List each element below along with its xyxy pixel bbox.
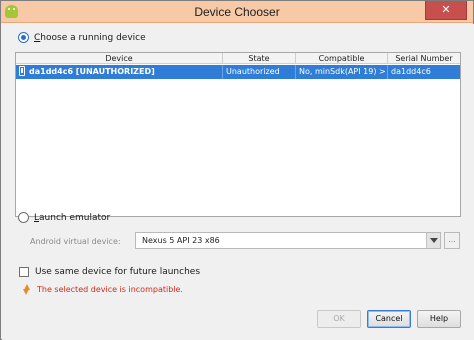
ok-button[interactable]: OK [317, 310, 361, 328]
error-text: The selected device is incompatible. [37, 285, 183, 294]
column-serial[interactable]: Serial Number [388, 53, 460, 63]
launch-emulator-option[interactable]: Launch emulator [18, 212, 110, 223]
column-state[interactable]: State [223, 53, 296, 63]
column-compatible[interactable]: Compatible [296, 53, 388, 63]
error-message: The selected device is incompatible. [22, 284, 183, 295]
avd-selected-value: Nexus 5 API 23 x86 [142, 236, 220, 245]
help-button[interactable]: Help [417, 310, 461, 328]
device-table[interactable]: Device State Compatible Serial Number da… [15, 52, 461, 217]
launch-emulator-label: Launch emulator [34, 212, 111, 223]
window-title: Device Chooser [194, 5, 280, 19]
column-device[interactable]: Device [16, 53, 223, 63]
running-device-option[interactable]: Choose a running device [18, 32, 146, 43]
cancel-button[interactable]: Cancel [367, 310, 411, 328]
future-launches-option[interactable]: Use same device for future launches [19, 267, 200, 277]
cell-device: da1dd4c6 [UNAUTHORIZED] [16, 65, 223, 79]
warning-icon [22, 284, 31, 295]
running-device-label: Choose a running device [34, 32, 146, 43]
chevron-down-icon[interactable] [426, 233, 440, 248]
phone-icon [19, 66, 25, 76]
dialog-content: Choose a running device Device State Com… [2, 24, 474, 340]
cell-serial: da1dd4c6 [391, 67, 431, 76]
cell-state: Unauthorized [223, 65, 296, 79]
table-header: Device State Compatible Serial Number [16, 53, 460, 64]
avd-label: Android virtual device: [30, 237, 121, 246]
future-launches-checkbox[interactable] [19, 267, 29, 277]
close-button[interactable]: ✕ [425, 1, 467, 20]
title-bar: Device Chooser ✕ [1, 1, 473, 23]
launch-emulator-radio[interactable] [18, 212, 29, 223]
cell-compatible: No, minSdk(API 19) > d [296, 65, 388, 79]
avd-browse-button[interactable]: ... [444, 232, 460, 249]
table-row[interactable]: da1dd4c6 [UNAUTHORIZED] Unauthorized No,… [16, 65, 460, 79]
avd-dropdown[interactable]: Nexus 5 API 23 x86 [135, 232, 441, 249]
running-device-radio[interactable] [18, 32, 29, 43]
future-launches-label: Use same device for future launches [35, 267, 201, 277]
device-chooser-dialog: Device Chooser ✕ Choose a running device… [0, 0, 474, 340]
